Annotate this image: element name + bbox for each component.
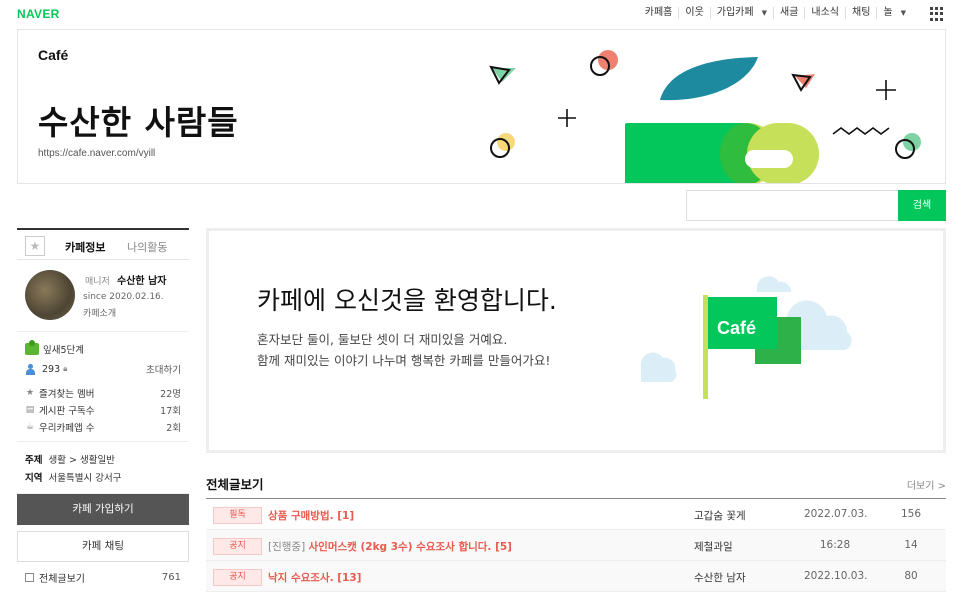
welcome-banner: 카페에 오신것을 환영합니다. 혼자보단 둘이, 둘보단 셋이 더 재미있을 거… [206,228,946,453]
since-date: since 2020.02.16. [83,292,164,302]
more-link[interactable]: 더보기 > [907,477,946,492]
welcome-line-1: 혼자보단 둘이, 둘보단 셋이 더 재미있을 거예요. [257,332,508,347]
invite-link[interactable]: 초대하기 [146,362,181,376]
stat-value: 17회 [160,406,181,417]
region-value[interactable]: 서울특별시 강서구 [48,473,121,484]
post-subject[interactable]: 상품 구매방법. [1] [268,508,354,523]
post-subject-text: 상품 구매방법. [1] [268,510,355,522]
nav-my-news[interactable]: 내소식 [804,7,845,19]
leaf-level-icon [25,340,39,355]
global-nav: 카페홈 이웃 가입카페 ▼ 새글 내소식 채팅 놀 ▼ [639,7,912,19]
avatar[interactable] [25,270,75,320]
cafe-chat-button[interactable]: 카페 채팅 [17,531,189,562]
topic-value[interactable]: 생활 > 생활일반 [48,455,114,466]
notice-badge: 공지 [213,569,262,586]
post-views: 156 [900,508,922,520]
post-views: 14 [904,539,918,551]
user-menu-label: 놀 [883,7,893,18]
stat-label: 게시판 구독수 [39,406,95,417]
post-author[interactable]: 고갑숨 꽃게 [694,508,746,523]
all-posts-label: 전체글보기 [39,574,85,585]
welcome-line-2: 함께 재미있는 이야기 나누며 행복한 카페를 만들어가요! [257,353,551,368]
cafe-title[interactable]: 수산한 사람들 [38,96,239,144]
apps-grid-icon[interactable] [930,7,944,21]
stat-app-count: ☕︎ 우리카페앱 수 2회 [25,420,181,434]
level-row: 잎새5단계 [25,340,181,356]
naver-logo[interactable]: NAVER [17,7,60,21]
table-row: 공지 낙지 수요조사. [13] 수산한 남자 2022.10.03. 80 [206,561,946,592]
app-icon: ☕︎ [25,422,35,432]
post-date: 2022.07.03. [804,508,868,520]
post-list: 필독 상품 구매방법. [1] 고갑숨 꽃게 2022.07.03. 156 공… [206,498,946,592]
stat-board-subscriptions: ▤ 게시판 구독수 17회 [25,403,181,417]
nav-chat[interactable]: 채팅 [845,7,876,19]
cafe-url[interactable]: https://cafe.naver.com/vyill [38,148,155,159]
chevron-down-icon: ▼ [761,9,767,17]
level-label[interactable]: 잎새5단계 [43,342,84,356]
star-icon[interactable]: ★ [25,236,45,256]
cafe-header-banner: Café 수산한 사람들 https://cafe.naver.com/vyil… [17,29,946,184]
nav-user-menu[interactable]: 놀 ▼ [876,7,912,19]
search-input[interactable] [686,190,898,221]
join-cafe-button[interactable]: 카페 가입하기 [17,494,189,525]
tab-cafe-info[interactable]: 카페정보 [65,239,105,255]
members-row: 293 🔒︎ 초대하기 [25,362,181,376]
nav-neighbors[interactable]: 이웃 [678,7,709,19]
nav-new-posts[interactable]: 새글 [772,7,804,19]
board-icon: ▤ [25,405,35,415]
board-list-icon [25,573,34,582]
cafe-search: 검색 [686,190,946,221]
member-count[interactable]: 293 [42,364,60,375]
chevron-down-icon: ▼ [900,9,906,17]
stat-label: 우리카페앱 수 [39,423,95,434]
post-subject[interactable]: 낙지 수요조사. [13] [268,570,361,585]
post-author[interactable]: 제철과일 [694,539,733,554]
board-title: 전체글보기 [206,477,264,492]
all-posts-count: 761 [161,572,181,583]
stat-value: 22명 [160,389,181,400]
post-subject-text: 낙지 수요조사. [13] [268,572,362,584]
region-label: 지역 [25,473,43,484]
cafe-stats: 잎새5단계 293 🔒︎ 초대하기 ★ 즐겨찾는 멤버 22명 ▤ 게시판 구독… [17,332,189,442]
region-row: 지역 서울특별시 강서구 [25,470,121,484]
header-decoration [489,50,921,183]
topic-row: 주제 생활 > 생활일반 [25,452,115,466]
post-subject-text: 사인머스캣 (2kg 3수) 수요조사 합니다. [5] [308,541,512,553]
all-posts-menu[interactable]: 전체글보기 761 [17,570,189,585]
cafe-logo[interactable]: Café [38,47,68,63]
post-date: 2022.10.03. [804,570,868,582]
sidebar: ★ 카페정보 나의활동 매니저 수산한 남자 since 2020.02.16.… [17,228,189,585]
welcome-title: 카페에 오신것을 환영합니다. [257,286,557,315]
nav-joined-cafes[interactable]: 가입카페 ▼ [709,7,773,19]
star-icon: ★ [25,388,35,398]
nav-cafe-home[interactable]: 카페홈 [639,7,679,19]
post-subject[interactable]: [진행중] 사인머스캣 (2kg 3수) 수요조사 합니다. [5] [268,539,512,554]
notice-badge: 필독 [213,507,262,524]
post-prefix: [진행중] [268,541,309,553]
post-date: 16:28 [819,539,851,551]
cafe-flag-illustration: Café [640,276,852,399]
stat-value: 2회 [166,423,181,434]
sidebar-tabs: ★ 카페정보 나의활동 [17,228,189,260]
nav-joined-cafes-label: 가입카페 [716,7,754,18]
tab-my-activity[interactable]: 나의활동 [127,239,167,255]
stat-favorite-members: ★ 즐겨찾는 멤버 22명 [25,386,181,400]
cafe-topic: 주제 생활 > 생활일반 지역 서울특별시 강서구 [17,442,189,494]
manager-profile: 매니저 수산한 남자 since 2020.02.16. 카페소개 [17,260,189,332]
manager-name[interactable]: 수산한 남자 [117,272,166,287]
post-author[interactable]: 수산한 남자 [694,570,746,585]
table-row: 공지 [진행중] 사인머스캣 (2kg 3수) 수요조사 합니다. [5] 제철… [206,530,946,561]
post-views: 80 [904,570,918,582]
search-button[interactable]: 검색 [898,190,946,221]
cafe-intro-link[interactable]: 카페소개 [83,306,116,319]
top-bar: NAVER 카페홈 이웃 가입카페 ▼ 새글 내소식 채팅 놀 ▼ [0,0,966,29]
table-row: 필독 상품 구매방법. [1] 고갑숨 꽃게 2022.07.03. 156 [206,499,946,530]
topic-label: 주제 [25,455,43,466]
members-icon [25,363,38,375]
flag-cafe-text: Café [717,318,756,338]
lock-icon: 🔒︎ [63,364,68,373]
manager-label: 매니저 [85,277,110,287]
stat-label: 즐겨찾는 멤버 [39,389,95,400]
notice-badge: 공지 [213,538,262,555]
